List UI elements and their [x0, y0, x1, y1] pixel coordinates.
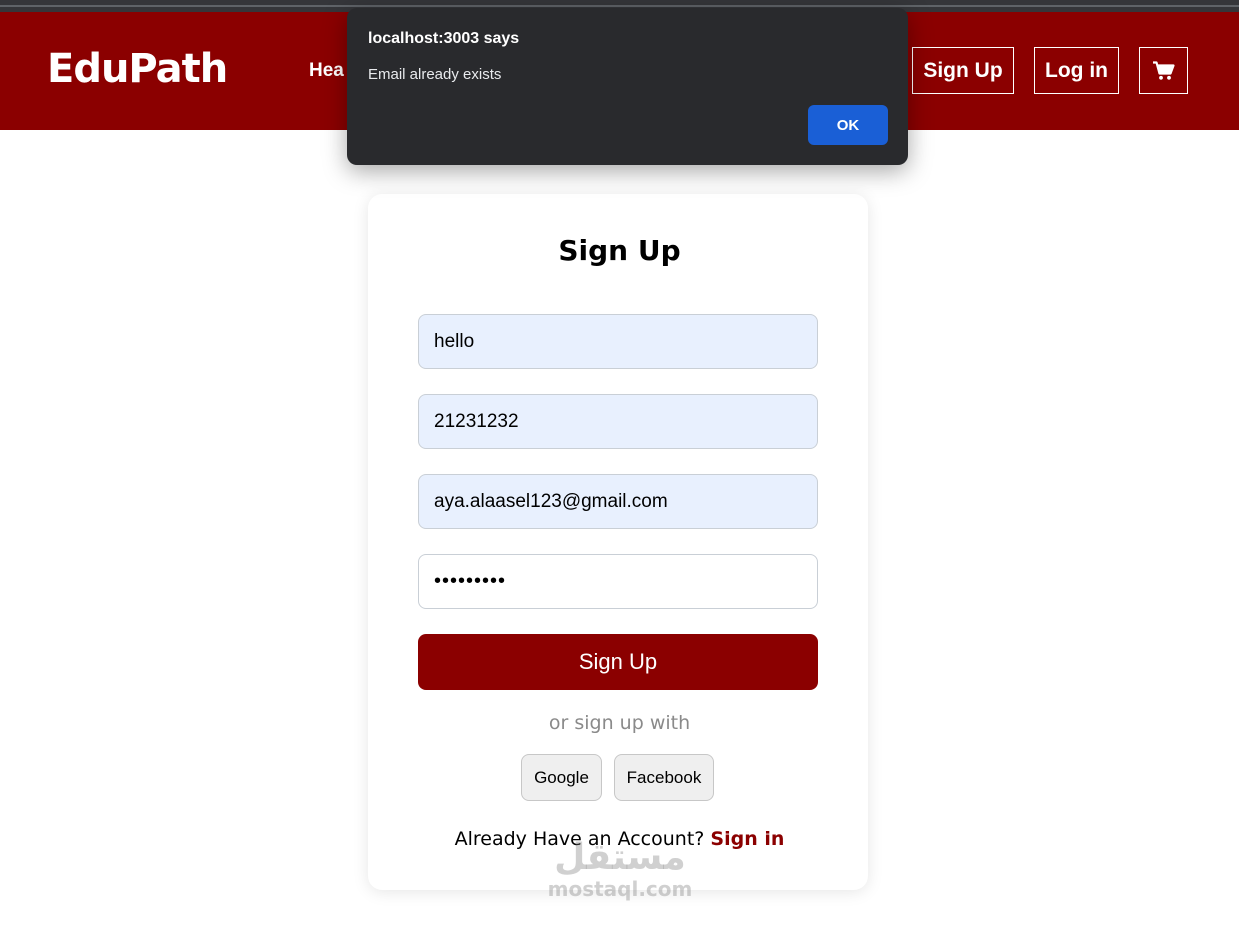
google-signup-button[interactable]: Google: [521, 754, 602, 801]
or-sign-up-with-text: or sign up with: [548, 712, 691, 734]
password-field[interactable]: •••••••••: [418, 554, 818, 609]
email-field-value: aya.alaasel123@gmail.com: [434, 490, 668, 512]
cart-button[interactable]: [1139, 47, 1188, 94]
signin-link[interactable]: Sign in: [710, 828, 784, 850]
alert-dialog: localhost:3003 says Email already exists…: [347, 8, 908, 165]
alert-message: Email already exists: [368, 66, 502, 83]
phone-field[interactable]: 21231232: [418, 394, 818, 449]
nav-signup-button[interactable]: Sign Up: [912, 47, 1014, 94]
browser-top-divider: [0, 5, 1239, 7]
already-have-account: Already Have an Account? Sign in: [0, 828, 1239, 850]
facebook-signup-button[interactable]: Facebook: [614, 754, 714, 801]
name-field[interactable]: hello: [418, 314, 818, 369]
signup-submit-button[interactable]: Sign Up: [418, 634, 818, 690]
name-field-value: hello: [434, 330, 475, 352]
already-have-account-text: Already Have an Account?: [454, 828, 705, 850]
password-field-value: •••••••••: [434, 570, 507, 592]
brand-logo[interactable]: EduPath: [47, 46, 228, 92]
cart-icon: [1152, 60, 1175, 80]
email-field[interactable]: aya.alaasel123@gmail.com: [418, 474, 818, 529]
phone-field-value: 21231232: [434, 410, 519, 432]
nav-link-home[interactable]: Hea: [309, 60, 344, 82]
nav-login-button[interactable]: Log in: [1034, 47, 1119, 94]
form-title: Sign Up: [558, 234, 681, 267]
alert-title: localhost:3003 says: [368, 30, 520, 47]
alert-ok-button[interactable]: OK: [808, 105, 888, 145]
